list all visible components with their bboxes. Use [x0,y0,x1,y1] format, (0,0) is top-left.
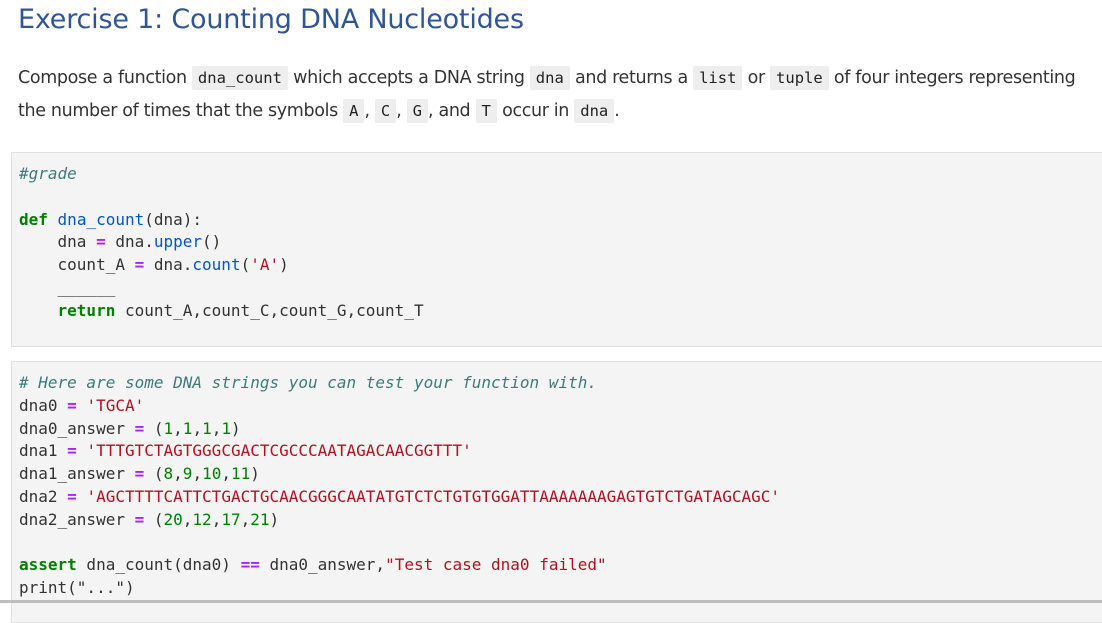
inline-code-A: A [343,99,365,123]
return-values: count_A,count_C,count_G,count_T [115,300,424,320]
desc-text: which accepts a DNA string [287,68,530,88]
number: 21 [250,509,270,529]
code-text: ) [279,255,289,275]
inline-code-dna-count: dna_count [191,66,288,90]
desc-text: and returns a [569,68,694,88]
string-literal: 'TTTGTCTAGTGGGCGACTCGCCCAATAGACAACGGTTT' [86,441,472,461]
operator: = [134,255,145,275]
inline-code-T: T [475,99,497,123]
number: 1 [182,418,193,438]
operator: = [134,464,145,484]
string-literal: 'TGCA' [86,395,145,415]
number: 10 [202,464,222,484]
keyword-assert: assert [19,555,77,575]
keyword-return: return [19,300,116,320]
inline-code-C: C [374,99,397,123]
number: 12 [192,509,212,529]
number: 11 [230,464,251,484]
desc-text: , and [428,101,476,121]
number: 9 [182,464,193,484]
number: 1 [221,418,231,438]
var-name: dna0_answer [19,418,125,438]
desc-text: , [364,101,375,121]
number: 17 [221,509,241,529]
operator: = [67,486,77,506]
code-text: count_A [19,255,135,275]
inline-code-tuple: tuple [770,66,829,90]
function-params: (dna): [144,209,203,229]
code-text: dna. [144,255,193,275]
desc-text: occur in [496,101,575,121]
number: 1 [163,418,174,438]
operator: = [134,509,145,529]
inline-code-list: list [693,66,743,90]
assert-rhs: dna0_answer, [259,555,386,575]
function-name: dna_count [57,209,145,229]
inline-code-G: G [406,99,429,123]
assert-message: "Test case dna0 failed" [385,555,607,575]
desc-text: . [614,101,620,121]
exercise-title: Exercise 1: Counting DNA Nucleotides [18,4,524,35]
number: 1 [202,418,212,438]
code-text: ( [240,255,251,275]
partial-code-line: print("...") [19,578,135,598]
string-literal: 'A' [250,255,280,275]
inline-code-dna: dna [574,99,615,123]
operator: = [96,232,106,252]
operator: = [67,441,77,461]
string-literal: 'AGCTTTTCATTCTGACTGCAACGGGCAATATGTCTCTGT… [86,486,781,506]
method-name: count [192,255,241,275]
fill-in-blank[interactable]: ______ [19,278,116,297]
code-text: dna [19,232,97,252]
code-cell-tests[interactable]: # Here are some DNA strings you can test… [11,361,1102,623]
assert-call: dna_count(dna0) [76,555,241,575]
var-name: dna2_answer [19,509,125,529]
code-editor[interactable]: # Here are some DNA strings you can test… [12,362,1102,600]
code-text: () [202,232,222,252]
code-editor[interactable]: #grade def dna_count(dna): dna = dna.upp… [12,153,1102,323]
method-name: upper [153,232,203,252]
desc-text: or [742,68,771,88]
code-cell-grade[interactable]: #grade def dna_count(dna): dna = dna.upp… [11,152,1102,347]
var-name: dna2 [19,486,58,506]
number: 8 [163,464,174,484]
code-text: dna. [105,232,154,252]
var-name: dna1_answer [19,464,125,484]
operator: = [134,418,145,438]
operator: = [67,395,77,415]
inline-code-dna: dna [529,66,570,90]
code-comment: # Here are some DNA strings you can test… [19,373,597,392]
desc-text: , [396,101,407,121]
var-name: dna1 [19,441,58,461]
keyword-def: def [19,209,48,229]
exercise-description: Compose a function dna_count which accep… [18,62,1102,128]
number: 20 [163,509,183,529]
desc-text: Compose a function [18,68,192,88]
var-name: dna0 [19,395,58,415]
code-comment: #grade [19,164,77,183]
operator: == [240,555,260,575]
